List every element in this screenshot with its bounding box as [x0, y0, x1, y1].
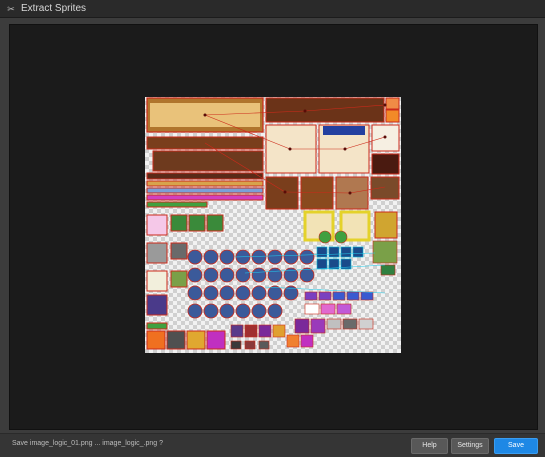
sprite-atlas-image: [146, 97, 400, 350]
lock-sprite: [374, 211, 398, 239]
green-tile: [170, 214, 188, 232]
strip-sprite: [146, 172, 264, 180]
tile-gray: [166, 330, 186, 350]
icon-sprite: [146, 322, 168, 330]
icon-sprite: [146, 294, 168, 316]
green-tile: [188, 214, 206, 232]
title-bar: ✂ Extract Sprites: [0, 0, 545, 18]
preview-frame: [9, 24, 538, 430]
icon-sprite: [146, 242, 168, 264]
badge-grid: [187, 249, 315, 319]
small-tile-sprite: [385, 97, 400, 110]
ribbon-sprite: [152, 150, 264, 172]
dark-tile-sprite: [371, 153, 400, 175]
tile-gold: [186, 330, 206, 350]
save-button[interactable]: Save: [494, 438, 538, 454]
window-title: Extract Sprites: [21, 3, 87, 14]
gray-tile: [170, 242, 188, 260]
tile-magenta: [206, 330, 226, 350]
strip-sprite: [146, 201, 208, 208]
sprite-atlas-preview[interactable]: [145, 97, 401, 353]
wood-bar-sprite: [265, 97, 385, 123]
green-tile: [170, 270, 188, 288]
strip-sprite: [146, 194, 264, 201]
tile-orange: [146, 330, 166, 350]
pill-sprites: [294, 291, 374, 334]
status-text: Save image_logic_01.png ... image_logic_…: [12, 440, 163, 447]
panel-header: [323, 126, 365, 135]
strip-sprite: [146, 187, 264, 194]
icon-sprite: [146, 270, 168, 292]
strip-sprite: [146, 180, 264, 187]
small-tile-sprite: [385, 109, 400, 123]
block-sprite: [265, 176, 299, 210]
extract-sprites-icon: ✂: [7, 3, 15, 14]
settings-button[interactable]: Settings: [451, 438, 489, 454]
block-sprite: [370, 176, 400, 200]
block-sprite: [300, 176, 334, 210]
green-tile: [206, 214, 224, 232]
dialog-footer: Save image_logic_01.png ... image_logic_…: [0, 433, 545, 457]
help-button[interactable]: Help: [411, 438, 448, 454]
icon-sprite: [146, 214, 168, 236]
cyan-tiles: [316, 246, 364, 270]
